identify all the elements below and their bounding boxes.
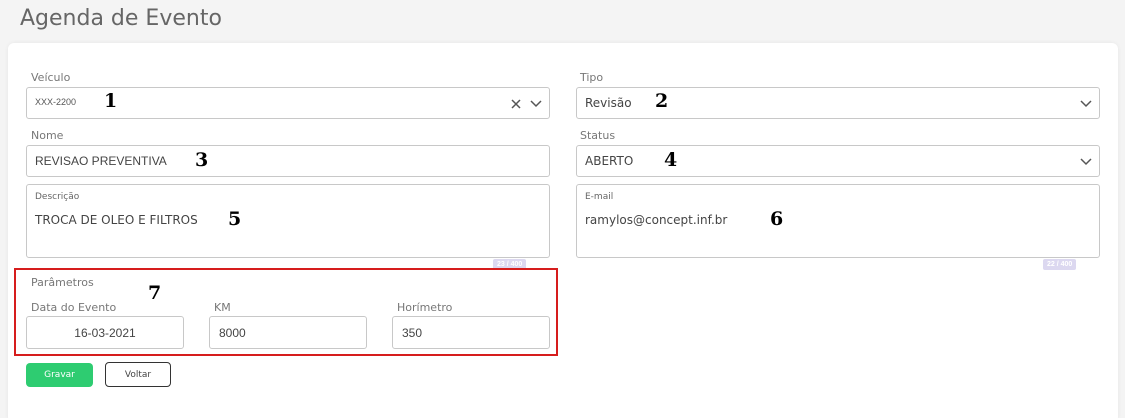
tipo-label: Tipo xyxy=(580,71,604,84)
email-label: E-mail xyxy=(585,192,614,202)
horimetro-field[interactable]: 350 xyxy=(392,316,550,349)
parametros-label: Parâmetros xyxy=(31,276,94,289)
nome-label: Nome xyxy=(31,129,64,142)
email-value: ramylos@concept.inf.br xyxy=(585,213,728,227)
email-char-counter: 22 / 400 xyxy=(1043,259,1077,270)
data-evento-value: 16-03-2021 xyxy=(74,326,136,340)
close-icon[interactable] xyxy=(511,99,521,109)
status-label: Status xyxy=(580,129,616,142)
page-title: Agenda de Evento xyxy=(20,6,222,31)
descricao-value: TROCA DE OLEO E FILTROS xyxy=(35,213,198,227)
chevron-down-icon[interactable] xyxy=(530,100,542,108)
nome-field[interactable]: REVISAO PREVENTIVA xyxy=(26,145,550,177)
km-value: 8000 xyxy=(219,326,246,340)
back-button[interactable]: Voltar xyxy=(105,362,171,387)
nome-value: REVISAO PREVENTIVA xyxy=(35,154,167,168)
horimetro-label: Horímetro xyxy=(397,301,453,314)
tipo-value: Revisão xyxy=(585,96,632,110)
annotation-marker-7: 7 xyxy=(148,282,162,304)
horimetro-value: 350 xyxy=(402,326,423,340)
annotation-marker-5: 5 xyxy=(228,208,242,230)
chevron-down-icon[interactable] xyxy=(1080,100,1092,108)
veiculo-label: Veículo xyxy=(31,71,71,84)
annotation-marker-4: 4 xyxy=(664,149,678,171)
veiculo-value: XXX-2200 xyxy=(35,97,77,107)
save-button[interactable]: Gravar xyxy=(26,363,93,387)
km-label: KM xyxy=(214,301,231,314)
status-value: ABERTO xyxy=(585,154,634,168)
email-textarea[interactable]: E-mail ramylos@concept.inf.br xyxy=(576,184,1100,258)
annotation-marker-2: 2 xyxy=(655,90,669,112)
annotation-marker-6: 6 xyxy=(770,208,784,230)
annotation-marker-3: 3 xyxy=(195,149,209,171)
data-evento-label: Data do Evento xyxy=(31,301,117,314)
data-evento-field[interactable]: 16-03-2021 xyxy=(26,316,184,349)
km-field[interactable]: 8000 xyxy=(209,316,367,349)
descricao-label: Descrição xyxy=(35,192,80,202)
status-select[interactable]: ABERTO xyxy=(576,145,1100,177)
annotation-marker-1: 1 xyxy=(104,90,118,112)
descricao-textarea[interactable]: Descrição TROCA DE OLEO E FILTROS xyxy=(26,184,550,258)
chevron-down-icon[interactable] xyxy=(1080,158,1092,166)
